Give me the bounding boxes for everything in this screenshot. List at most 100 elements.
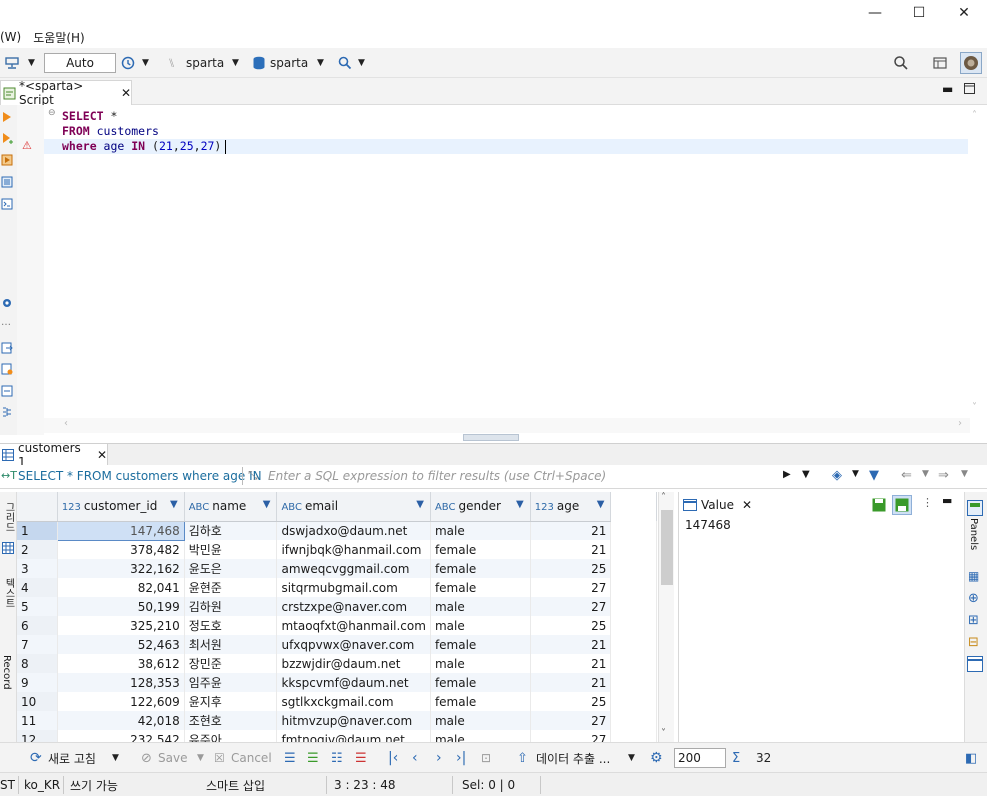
minimize-panel-icon[interactable]: ▬ xyxy=(942,494,952,507)
metadata-icon[interactable]: ⊟ xyxy=(968,635,979,650)
add-row-icon[interactable]: ☰ xyxy=(307,743,319,773)
table-cell[interactable]: ufxqpvwx@naver.com xyxy=(276,635,431,654)
column-sort-icon[interactable]: ▼ xyxy=(263,499,271,510)
more-icon[interactable]: … xyxy=(1,317,11,328)
fetch-size-input[interactable]: 200 xyxy=(674,748,726,768)
editor-scroll-left-icon[interactable]: ‹ xyxy=(64,418,68,429)
table-row[interactable]: 10 122,609 윤지후 sgtlkxckgmail.com female 25 xyxy=(17,692,657,711)
editor-hscrollbar[interactable] xyxy=(44,418,970,433)
table-cell[interactable]: male xyxy=(430,730,531,742)
table-cell[interactable]: 82,041 xyxy=(57,578,185,597)
tab-value[interactable]: Value ✕ xyxy=(683,496,753,516)
table-cell[interactable]: amweqcvggmail.com xyxy=(276,559,431,578)
table-cell[interactable]: 최서원 xyxy=(184,635,278,654)
table-cell[interactable]: 27 xyxy=(530,578,612,597)
maximize-button[interactable]: ☐ xyxy=(896,0,942,26)
minimize-view-icon[interactable]: ▬ xyxy=(942,82,953,96)
table-row[interactable]: 1 147,468 김하호 dswjadxo@daum.net male 21 xyxy=(17,520,657,541)
table-cell[interactable]: male xyxy=(430,654,531,673)
row-number[interactable]: 6 xyxy=(17,616,58,635)
table-cell[interactable]: crstzxpe@naver.com xyxy=(276,597,431,616)
table-cell[interactable]: 윤현준 xyxy=(184,578,278,597)
save-button[interactable]: Save xyxy=(158,743,187,773)
maximize-view-icon[interactable] xyxy=(964,83,975,94)
grid-scroll-up-icon[interactable]: ˄ xyxy=(661,492,666,503)
row-number[interactable]: 5 xyxy=(17,597,58,616)
table-cell[interactable]: ifwnjbqk@hanmail.com xyxy=(276,540,431,559)
table-cell[interactable]: 21 xyxy=(530,540,612,559)
cancel-button[interactable]: Cancel xyxy=(231,743,272,773)
panels-label[interactable]: Panels xyxy=(968,518,979,550)
transaction-mode-box[interactable]: Auto xyxy=(44,53,116,73)
last-page-icon[interactable]: ›| xyxy=(456,743,466,773)
table-cell[interactable]: 김하원 xyxy=(184,597,278,616)
table-cell[interactable]: 25 xyxy=(530,559,612,578)
table-cell[interactable]: 147,468 xyxy=(56,520,185,541)
menu-window[interactable]: (W) xyxy=(0,30,21,44)
datasource-selector[interactable]: sparta xyxy=(186,48,224,78)
column-header-email[interactable]: ABC email ▼ xyxy=(276,492,431,522)
results-grid[interactable]: 123 customer_id ▼ ABC name ▼ ABC email ▼ ABC gende… xyxy=(17,492,657,742)
export-script-icon[interactable] xyxy=(1,385,13,397)
table-row[interactable]: 5 50,199 김하원 crstzxpe@naver.com male 27 xyxy=(17,597,657,616)
execute-script-icon[interactable] xyxy=(1,154,13,166)
editor-scroll-up-icon[interactable]: ˄ xyxy=(972,110,977,121)
table-cell[interactable]: 정도호 xyxy=(184,616,278,635)
table-row[interactable]: 7 52,463 최서원 ufxqpvwx@naver.com female 21 xyxy=(17,635,657,654)
copy-row-icon[interactable]: ☷ xyxy=(331,743,343,773)
filter-input[interactable]: Enter a SQL expression to filter results… xyxy=(268,469,606,483)
save-value-icon[interactable] xyxy=(872,498,886,512)
next-page-icon[interactable]: › xyxy=(436,743,442,773)
cell-value-text[interactable]: 147468 xyxy=(685,518,731,532)
new-script-icon[interactable] xyxy=(1,363,13,375)
table-cell[interactable]: male xyxy=(430,521,531,540)
table-cell[interactable]: kkspcvmf@daum.net xyxy=(276,673,431,692)
schema-selector[interactable]: sparta xyxy=(270,48,308,78)
panel-sash-handle[interactable] xyxy=(463,434,519,441)
column-header-customer-id[interactable]: 123 customer_id ▼ xyxy=(57,492,185,522)
previous-page-icon[interactable]: ‹ xyxy=(412,743,418,773)
history-dropdown-icon[interactable]: ▼ xyxy=(142,48,149,78)
table-cell[interactable]: 21 xyxy=(530,673,612,692)
table-row[interactable]: 8 38,612 장민준 bzzwjdir@daum.net male 21 xyxy=(17,654,657,673)
grid-scroll-down-icon[interactable]: ˅ xyxy=(661,728,666,739)
save-dropdown-icon[interactable]: ▼ xyxy=(197,743,204,773)
first-page-icon[interactable]: |‹ xyxy=(388,743,398,773)
fold-icon[interactable]: ⊖ xyxy=(48,108,56,118)
table-cell[interactable]: bzzwjdir@daum.net xyxy=(276,654,431,673)
clear-filter-dropdown-icon[interactable]: ▼ xyxy=(852,469,859,479)
table-cell[interactable]: 25 xyxy=(530,616,612,635)
export-data-button[interactable]: 데이터 추출 ... xyxy=(536,743,610,773)
column-header-name[interactable]: ABC name ▼ xyxy=(184,492,278,522)
outline-icon[interactable] xyxy=(1,406,13,418)
load-script-icon[interactable] xyxy=(1,342,13,354)
table-cell[interactable]: 윤지후 xyxy=(184,692,278,711)
fetch-all-icon[interactable]: ⊡ xyxy=(481,743,491,773)
table-cell[interactable]: 38,612 xyxy=(57,654,185,673)
table-row[interactable]: 12 232,542 유주아 fmtnogiv@daum.net male 27 xyxy=(17,730,657,742)
menu-help[interactable]: 도움말(H) xyxy=(33,29,85,46)
table-cell[interactable]: 장민준 xyxy=(184,654,278,673)
table-cell[interactable]: female xyxy=(430,673,531,692)
row-number[interactable]: 10 xyxy=(17,692,58,711)
export-dropdown-icon[interactable]: ▼ xyxy=(628,743,635,773)
table-cell[interactable]: 임주윤 xyxy=(184,673,278,692)
column-sort-icon[interactable]: ▼ xyxy=(170,499,178,510)
filter-icon[interactable]: ▼ xyxy=(869,468,879,483)
view-grid-tab[interactable]: 그리드 xyxy=(1,502,16,532)
minimize-button[interactable]: — xyxy=(852,0,898,26)
table-cell[interactable]: 128,353 xyxy=(57,673,185,692)
column-header-gender[interactable]: ABC gender ▼ xyxy=(430,492,531,522)
table-cell[interactable]: sitqrmubgmail.com xyxy=(276,578,431,597)
row-number[interactable]: 7 xyxy=(17,635,58,654)
table-cell[interactable]: mtaoqfxt@hanmail.com xyxy=(276,616,431,635)
table-cell[interactable]: sgtlkxckgmail.com xyxy=(276,692,431,711)
table-cell[interactable]: 21 xyxy=(530,635,612,654)
table-cell[interactable]: male xyxy=(430,616,531,635)
table-row[interactable]: 11 42,018 조현호 hitmvzup@naver.com male 27 xyxy=(17,711,657,730)
expand-filter-icon[interactable]: ⤡ xyxy=(248,468,258,483)
console-icon[interactable] xyxy=(1,198,13,210)
tab-results[interactable]: customers 1 ✕ xyxy=(0,441,108,469)
delete-row-icon[interactable]: ☰ xyxy=(355,743,367,773)
connect-icon[interactable] xyxy=(4,48,20,78)
